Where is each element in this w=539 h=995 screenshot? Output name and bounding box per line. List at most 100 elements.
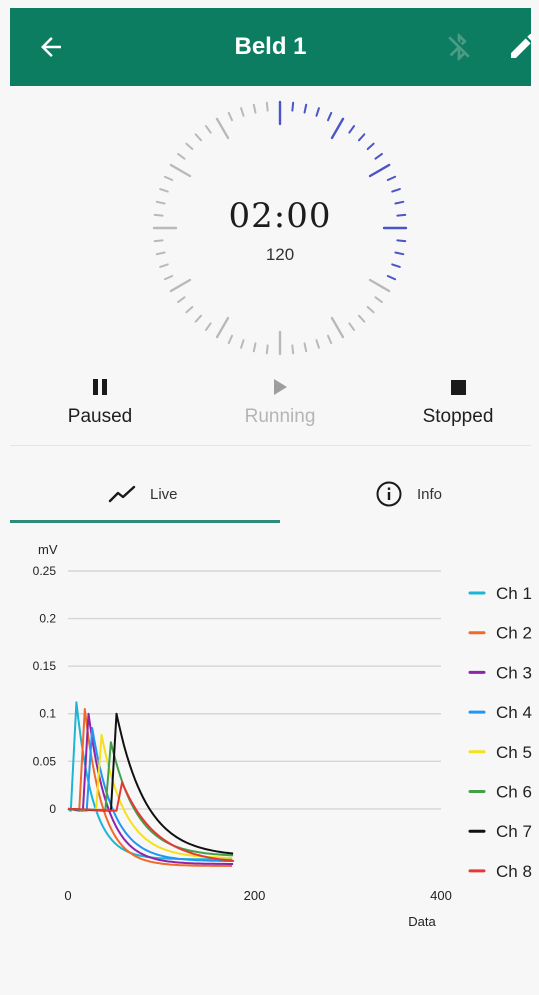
y-tick-label: 0: [49, 802, 56, 816]
tab-live-label: Live: [150, 485, 178, 503]
legend-item[interactable]: Ch 1: [468, 584, 532, 603]
dial-tick: [291, 101, 295, 112]
pencil-icon[interactable]: [507, 30, 539, 62]
y-axis-label: mV: [38, 542, 58, 557]
dial-tick: [291, 344, 295, 355]
x-tick-label: 400: [430, 888, 452, 903]
dial-tick: [265, 344, 269, 355]
dial-tick: [396, 239, 407, 243]
dial-tick: [227, 334, 234, 345]
dial-tick: [204, 125, 212, 134]
stop-icon: [450, 379, 466, 395]
dial-tick: [240, 107, 245, 117]
x-tick-label: 200: [244, 888, 266, 903]
dial-tick: [177, 296, 186, 304]
dial-tick: [153, 239, 164, 243]
run-label: Running: [244, 406, 316, 427]
dial-tick: [330, 117, 345, 140]
back-arrow-icon[interactable]: [36, 32, 66, 62]
tab-info[interactable]: Info: [375, 470, 442, 518]
y-tick-label: 0.05: [33, 754, 57, 768]
dial-tick: [227, 111, 234, 122]
dial-tick: [163, 175, 174, 182]
legend-label: Ch 2: [496, 624, 532, 643]
dial-tick: [386, 274, 397, 281]
legend-label: Ch 5: [496, 743, 532, 762]
pause-icon: [93, 379, 107, 395]
x-tick-label: 0: [64, 888, 71, 903]
dial-tick: [374, 152, 383, 160]
legend-label: Ch 6: [496, 783, 532, 802]
pause-button[interactable]: Paused: [30, 370, 170, 428]
dial-tick: [265, 101, 269, 112]
timer-time: 02:00: [228, 196, 332, 236]
legend-item[interactable]: Ch 8: [468, 862, 532, 881]
legend-label: Ch 7: [496, 822, 532, 841]
legend-label: Ch 1: [496, 584, 532, 603]
dial-tick: [366, 305, 375, 314]
dial-tick: [348, 125, 356, 134]
info-icon: [376, 481, 402, 507]
legend-item[interactable]: Ch 6: [468, 783, 532, 802]
dial-tick: [391, 188, 401, 193]
stop-button[interactable]: Stopped: [388, 370, 528, 428]
dial-tick: [368, 278, 391, 293]
bluetooth-disabled-icon[interactable]: [443, 30, 475, 64]
legend-item[interactable]: Ch 7: [468, 822, 532, 841]
timer-seconds: 120: [265, 245, 295, 264]
dial-tick: [386, 175, 397, 182]
live-chart: mV 0.25 0.2 0.15 0.1 0.05 0 0 200 400 Data Ch 1 Ch 2…: [33, 542, 532, 929]
play-icon: [273, 379, 287, 395]
dial-tick: [194, 133, 203, 142]
legend-label: Ch 3: [496, 663, 532, 682]
legend-item[interactable]: Ch 5: [468, 743, 532, 762]
dial-tick: [252, 103, 257, 114]
dial-tick: [303, 342, 308, 353]
tab-live[interactable]: Live: [108, 470, 178, 518]
dial-tick: [348, 322, 356, 331]
dial-tick: [315, 107, 320, 117]
dial-tick: [169, 163, 192, 178]
legend-item[interactable]: Ch 3: [468, 663, 532, 682]
series-line-ch-1: [67, 701, 233, 861]
divider: [10, 445, 531, 446]
app-bar: Beld 1: [10, 8, 535, 86]
y-tick-label: 0.15: [33, 659, 57, 673]
dial-tick: [368, 163, 391, 178]
dial-tick: [185, 305, 194, 314]
stop-label: Stopped: [422, 406, 494, 427]
dial-tick: [204, 322, 212, 331]
legend-label: Ch 8: [496, 862, 532, 881]
pause-label: Paused: [67, 406, 133, 427]
dial-tick: [185, 142, 194, 151]
trend-line-icon: [108, 485, 136, 503]
run-button[interactable]: Running: [210, 370, 350, 428]
dial-tick: [169, 278, 192, 293]
dial-tick: [374, 296, 383, 304]
dial-tick: [326, 334, 333, 345]
dial-tick: [194, 314, 203, 323]
dial-tick: [163, 274, 174, 281]
y-tick-label: 0.25: [33, 564, 57, 578]
dial-tick: [326, 111, 333, 122]
legend-item[interactable]: Ch 4: [468, 703, 532, 722]
dial-tick: [366, 142, 375, 151]
dial-tick: [215, 117, 230, 140]
y-tick-label: 0.2: [39, 612, 56, 626]
dial-tick: [215, 316, 230, 339]
dial-tick: [357, 133, 366, 142]
dial-tick: [330, 316, 345, 339]
legend-item[interactable]: Ch 2: [468, 624, 532, 643]
tab-indicator: [10, 520, 280, 523]
dial-tick: [177, 152, 186, 160]
page-title: Beld 1: [234, 33, 307, 60]
dial-tick: [315, 339, 320, 349]
dial-tick: [357, 314, 366, 323]
dial-tick: [159, 188, 169, 193]
dial-tick: [240, 339, 245, 349]
dial-tick: [303, 103, 308, 114]
tab-info-label: Info: [417, 485, 443, 503]
dial-tick: [252, 342, 257, 353]
legend-label: Ch 4: [496, 703, 532, 722]
x-axis-label: Data: [408, 914, 436, 929]
